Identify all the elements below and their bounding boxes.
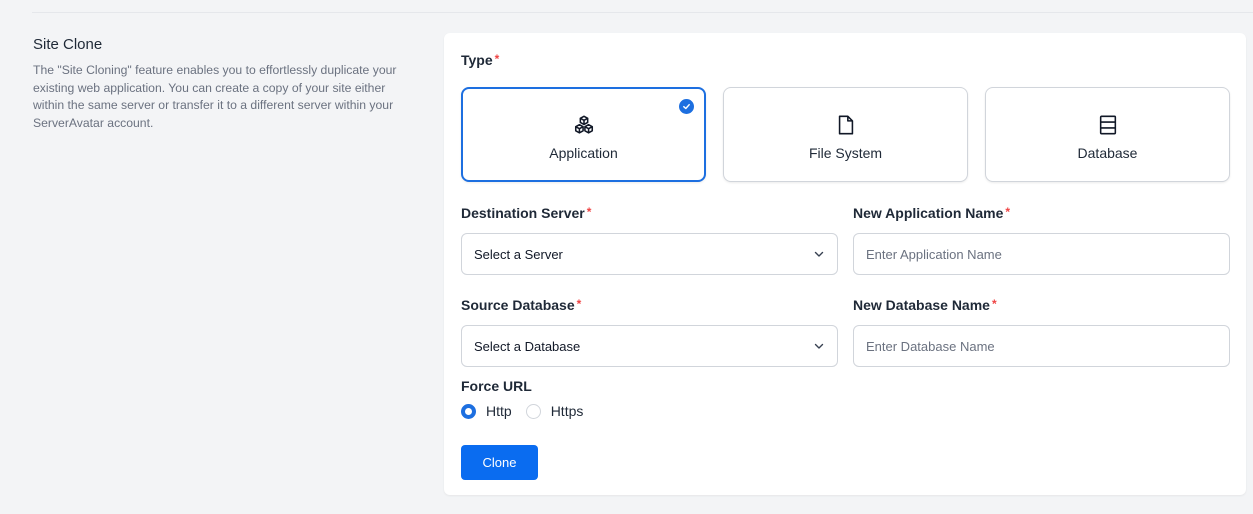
chevron-down-icon [814,251,824,257]
new-database-name-field[interactable] [853,325,1230,367]
force-url-options: Http Https [461,403,597,419]
section-intro: Site Clone The "Site Cloning" feature en… [33,36,418,132]
type-option-label: File System [808,145,883,161]
required-mark: * [494,52,500,66]
clone-button[interactable]: Clone [461,445,538,480]
database-icon [1099,115,1116,135]
new-application-name-input[interactable] [866,246,1217,262]
type-option-label: Database [1077,145,1138,161]
section-title: Site Clone [33,36,103,53]
check-icon [679,99,694,114]
section-description: The "Site Cloning" feature enables you t… [33,63,397,130]
type-option-file-system[interactable]: File System [723,87,968,182]
destination-server-select[interactable]: Select a Server [461,233,838,275]
type-label: Type * [461,52,500,68]
radio-http[interactable] [461,403,476,419]
new-database-name-label: New Database Name * [853,297,997,313]
destination-server-value: Select a Server [474,246,563,262]
source-database-value: Select a Database [474,338,581,354]
source-database-select[interactable]: Select a Database [461,325,838,367]
new-database-name-input[interactable] [866,338,1217,354]
type-option-label: Application [549,145,618,161]
radio-http-label[interactable]: Http [486,403,512,419]
file-icon [838,115,853,135]
source-database-label: Source Database * [461,297,582,313]
radio-https[interactable] [525,403,541,419]
type-option-application[interactable]: Application [461,87,706,182]
new-application-name-field[interactable] [853,233,1230,275]
new-application-name-label: New Application Name * [853,205,1011,221]
force-url-label: Force URL [461,378,532,394]
type-option-database[interactable]: Database [985,87,1230,182]
clone-form-card: Type* Application File System Database [444,33,1246,495]
top-divider [32,12,1253,13]
chevron-down-icon [814,343,824,349]
radio-https-label[interactable]: Https [551,403,584,419]
destination-server-label: Destination Server * [461,205,592,221]
cubes-icon [574,115,593,134]
